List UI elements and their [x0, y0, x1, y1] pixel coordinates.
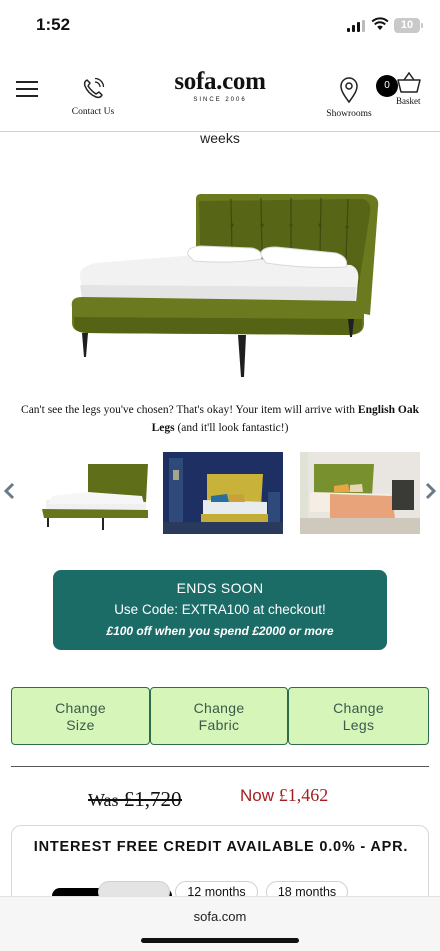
logo-since: SINCE 2006 [193, 97, 247, 103]
showrooms-label: Showrooms [326, 109, 372, 119]
price-now: Now £1,462 [240, 785, 328, 806]
sofa-com-logo[interactable]: sofa.com SINCE 2006 [150, 68, 290, 103]
contact-us-label: Contact Us [71, 107, 115, 117]
showrooms-link[interactable]: Showrooms [318, 76, 380, 119]
product-image-bed[interactable] [66, 185, 380, 385]
product-options: Change Size Change Fabric Change Legs [11, 687, 429, 745]
wifi-icon [371, 17, 389, 30]
price-was: Was £1,720 [88, 787, 182, 812]
change-fabric-button[interactable]: Change Fabric [150, 687, 288, 745]
promo-offer: £100 off when you spend £2000 or more [106, 624, 334, 638]
hamburger-menu-icon[interactable] [16, 81, 38, 97]
promo-title: ENDS SOON [176, 580, 264, 596]
change-size-button[interactable]: Change Size [11, 687, 150, 745]
basket-button[interactable]: 0 Basket [374, 72, 430, 120]
image-thumbnails [0, 450, 440, 534]
map-pin-icon [340, 77, 358, 104]
contact-us-link[interactable]: Contact Us [60, 76, 126, 117]
price-now-amount: £1,462 [278, 785, 329, 805]
thumbnail-bed-blue-room[interactable] [163, 452, 283, 534]
price-was-word: Was [88, 790, 119, 810]
price-row: Was £1,720 Now £1,462 [0, 783, 440, 813]
site-header: Contact Us sofa.com SINCE 2006 Showrooms… [0, 60, 440, 132]
promo-banner: ENDS SOON Use Code: EXTRA100 at checkout… [53, 570, 387, 650]
legs-note: Can't see the legs you've chosen? That's… [16, 401, 424, 437]
status-bar: 1:52 10 [0, 0, 440, 54]
logo-text: sofa.com [174, 68, 266, 95]
battery-icon: 10 [394, 18, 423, 33]
change-fabric-line2: Fabric [198, 717, 240, 733]
change-legs-line1: Change [333, 700, 384, 716]
change-fabric-line1: Change [193, 700, 245, 716]
chevron-right-icon[interactable] [425, 482, 437, 500]
address-bar-url[interactable]: sofa.com [0, 909, 440, 924]
change-legs-button[interactable]: Change Legs [288, 687, 429, 745]
thumbnail-bed-peach-room[interactable] [300, 452, 420, 534]
legs-note-text: Can't see the legs you've chosen? That's… [21, 404, 358, 416]
status-time: 1:52 [36, 15, 71, 34]
thumbnail-bed-white[interactable] [38, 452, 152, 534]
price-was-amount: £1,720 [123, 787, 182, 811]
delivery-weeks-text: weeks [200, 130, 240, 146]
chevron-left-icon[interactable] [3, 482, 15, 500]
phone-icon [83, 77, 105, 99]
basket-count-badge: 0 [376, 75, 398, 97]
basket-label: Basket [396, 96, 421, 106]
cellular-signal-icon [347, 20, 365, 32]
basket-icon [397, 72, 421, 93]
promo-code: Use Code: EXTRA100 at checkout! [114, 602, 326, 617]
legs-note-after: (and it'll look fantastic!) [174, 422, 289, 434]
change-size-line2: Size [66, 717, 95, 733]
price-now-word: Now [240, 786, 275, 805]
browser-bottom-bar: sofa.com [0, 896, 440, 951]
home-indicator [141, 938, 299, 943]
credit-title: INTEREST FREE CREDIT AVAILABLE 0.0% - AP… [33, 839, 409, 855]
divider [11, 766, 429, 767]
change-size-line1: Change [55, 700, 106, 716]
battery-level: 10 [400, 19, 414, 31]
change-legs-line2: Legs [342, 717, 375, 733]
